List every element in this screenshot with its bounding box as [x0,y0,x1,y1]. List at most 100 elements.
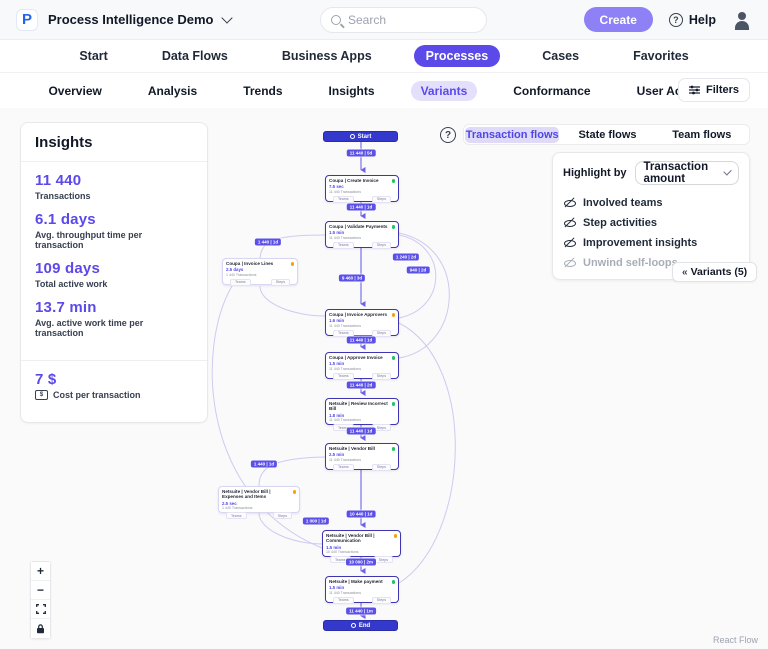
highlight-by-select[interactable]: Transaction amount [635,161,739,185]
flow-help-icon[interactable]: ? [440,127,456,143]
flow-node[interactable]: Coupa | Approve Invoice1.5 min11 440 Tra… [325,352,399,379]
flow-node[interactable]: Netsuite | Vendor Bill2.5 min11 440 Tran… [325,443,399,470]
tab-favorites[interactable]: Favorites [621,45,701,67]
node-header: Coupa | Create Invoice [329,178,395,183]
node-chip: Teams [333,597,354,604]
edge-label[interactable]: 10 440 | 1d [347,511,376,518]
edge-label[interactable]: 1 000 | 1d [303,518,329,525]
metric-label: Transactions [35,191,193,201]
option-label: Step activities [583,217,657,229]
status-dot [293,490,297,494]
flow-node[interactable]: Coupa | Invoice Lines2.5 days1 440 Trans… [222,258,298,285]
flow-tab-team-flows[interactable]: Team flows [655,127,749,143]
node-title: Netsuite | Vendor Bill | Communication [326,533,392,544]
flow-node[interactable]: Coupa | Invoice Approvers1.6 min11 440 T… [325,309,399,336]
edge-label[interactable]: 1 440 | 1d [251,461,277,468]
option-improvement-insights[interactable]: Improvement insights [563,233,739,253]
create-button[interactable]: Create [584,7,653,32]
flow-canvas[interactable]: Insights 11 440Transactions6.1 daysAvg. … [0,108,768,649]
end-node[interactable]: End [323,620,398,631]
node-transactions: 10 440 Transactions [326,550,397,554]
node-header: Netsuite | Vendor Bill | Expenses and It… [222,489,296,500]
node-chip: Steps [372,196,391,203]
node-transactions: 11 440 Transactions [329,324,395,328]
option-label: Improvement insights [583,237,697,249]
tab-start[interactable]: Start [67,45,119,67]
search-icon [331,15,341,25]
tab-conformance[interactable]: Conformance [503,81,600,101]
flow-node[interactable]: Netsuite | Vendor Bill | Communication1.… [322,530,401,557]
tab-data-flows[interactable]: Data Flows [150,45,240,67]
node-header: Netsuite | Make payment [329,579,395,584]
chevron-down-icon[interactable] [222,12,233,23]
flow-node[interactable]: Netsuite | Make payment1.5 min11 440 Tra… [325,576,399,603]
node-duration: 1.8 min [329,413,395,418]
edge-label[interactable]: 1 440 | 1d [255,239,281,246]
flow-node[interactable]: Coupa | Create Invoice7.5 sec11 440 Tran… [325,175,399,202]
node-title: Netsuite | Vendor Bill | Expenses and It… [222,489,291,500]
app-logo-icon[interactable]: P [16,9,38,31]
eye-off-icon [564,197,576,209]
status-dot [291,262,295,266]
flow-tab-state-flows[interactable]: State flows [560,127,654,143]
flow-node[interactable]: Netsuite | Vendor Bill | Expenses and It… [218,486,300,513]
node-header: Coupa | Invoice Lines [226,261,294,266]
edge-label[interactable]: 11 440 | 2d [347,382,376,389]
edge-label[interactable]: 11 440 | 1d [347,204,376,211]
node-title: Coupa | Approve Invoice [329,355,383,360]
option-involved-teams[interactable]: Involved teams [563,193,739,213]
lock-button[interactable] [31,619,50,638]
highlight-by-value: Transaction amount [644,161,725,185]
search-input[interactable]: Search [320,7,487,33]
edge-label[interactable]: 11 440 | 1d [347,337,376,344]
edge-label[interactable]: 11 440 | 1m [346,608,376,615]
status-dot [392,447,396,451]
node-chip: Teams [333,196,354,203]
node-transactions: 11 440 Transactions [329,591,395,595]
node-transactions: 11 440 Transactions [329,458,395,462]
node-chip: Steps [372,373,391,380]
tab-variants[interactable]: Variants [411,81,478,101]
zoom-out-button[interactable]: − [31,581,50,600]
tab-processes[interactable]: Processes [414,45,501,67]
node-transactions: 1 440 Transactions [222,506,296,510]
node-chips: TeamsSteps [329,597,395,605]
highlight-card: Highlight by Transaction amount Involved… [552,152,750,280]
app-header: P Process Intelligence Demo Search Creat… [0,0,768,40]
help-button[interactable]: ? Help [669,13,716,27]
flow-node[interactable]: Netsuite | Review Incorrect Bill1.8 min1… [325,398,399,425]
node-title: Coupa | Create Invoice [329,178,379,183]
flow-tab-transaction-flows[interactable]: Transaction flows [465,127,559,143]
tab-cases[interactable]: Cases [530,45,591,67]
edge-label[interactable]: 11 440 | 5d [347,150,376,157]
filter-icon [689,85,700,95]
edge-label[interactable]: 1 240 | 2d [393,254,419,261]
tab-overview[interactable]: Overview [38,81,111,101]
edge-label[interactable]: 9 460 | 3d [339,275,365,282]
edge-label[interactable]: 11 440 | 1d [347,428,376,435]
tab-business-apps[interactable]: Business Apps [270,45,384,67]
variants-button[interactable]: « Variants (5) [672,262,757,282]
node-duration: 2.5 sec [222,501,296,506]
help-label: Help [689,13,716,27]
node-title: Coupa | Validate Payments [329,224,387,229]
node-duration: 1.5 min [329,361,395,366]
node-chip: Teams [333,373,354,380]
user-avatar[interactable] [732,10,752,30]
canvas-controls: +− [30,561,51,639]
circle-icon [351,623,356,628]
metric-value: 11 440 [35,172,193,189]
zoom-in-button[interactable]: + [31,562,50,581]
start-node[interactable]: Start [323,131,398,142]
node-duration: 1.5 min [329,230,395,235]
tab-insights[interactable]: Insights [319,81,385,101]
start-node-label: Start [358,134,372,140]
edge-label[interactable]: 940 | 2d [407,267,430,274]
tab-trends[interactable]: Trends [233,81,292,101]
tab-analysis[interactable]: Analysis [138,81,207,101]
fit-view-button[interactable] [31,600,50,619]
edge-label[interactable]: 10 000 | 2m [346,559,376,566]
option-step-activities[interactable]: Step activities [563,213,739,233]
filters-button[interactable]: Filters [678,78,750,102]
flow-node[interactable]: Coupa | Validate Payments1.5 min11 440 T… [325,221,399,248]
